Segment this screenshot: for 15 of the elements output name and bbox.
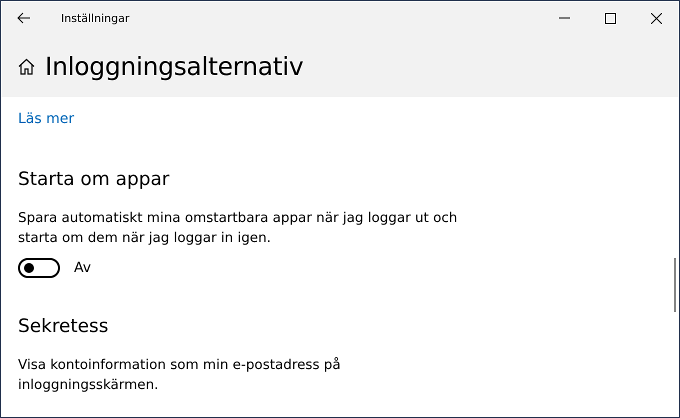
description-text: Spara automatiskt mina omstartbara appar när jag loggar ut och starta om dem när jag loggar in igen. <box>18 209 458 248</box>
scrollbar[interactable] <box>674 258 676 312</box>
close-icon <box>650 12 662 24</box>
maximize-icon <box>604 12 616 24</box>
description-text: Visa kontoinformation som min e-postadress på inloggningsskärmen. <box>18 356 342 395</box>
page-title: Inloggningsalternativ <box>45 52 304 80</box>
back-arrow-icon <box>17 12 31 24</box>
section-heading: Sekretess <box>18 316 110 337</box>
section-heading: Starta om appar <box>18 169 170 190</box>
read-more-link[interactable]: Läs mer <box>18 111 662 127</box>
window-title: Inställningar <box>61 12 130 24</box>
toggle-switch[interactable] <box>18 258 60 278</box>
home-icon[interactable] <box>18 58 35 74</box>
minimize-icon <box>558 17 570 19</box>
toggle-label: Av <box>74 260 92 276</box>
